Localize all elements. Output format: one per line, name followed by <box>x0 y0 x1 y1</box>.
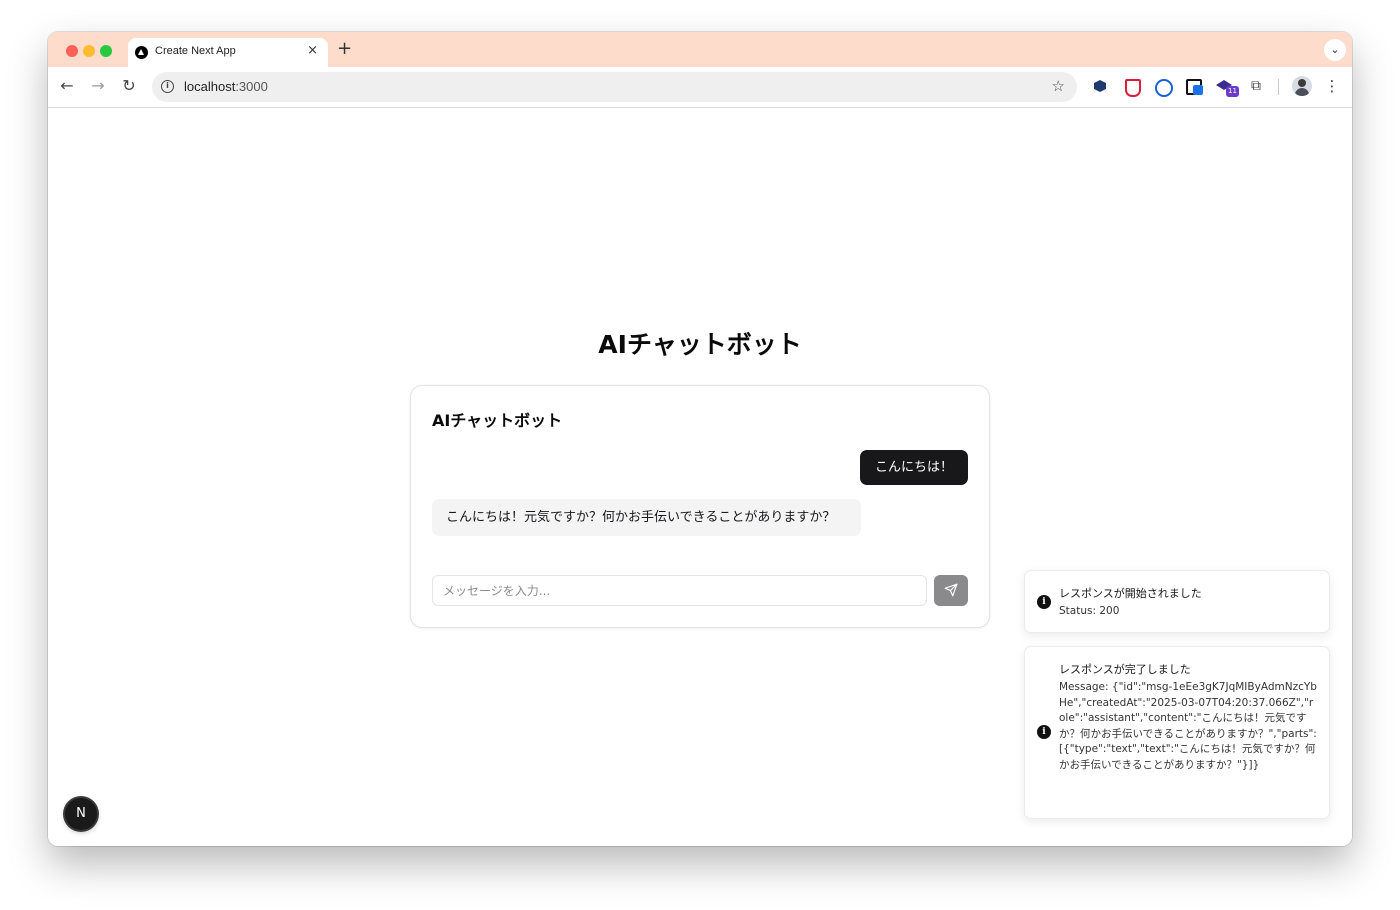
tab-search-button[interactable]: ⌄ <box>1324 39 1346 61</box>
back-button[interactable]: ← <box>56 75 78 97</box>
page-viewport: AIチャットボット AIチャットボット こんにちは！ こんにちは！元気ですか？何… <box>48 108 1352 846</box>
toast-description: Message: {"id":"msg-1eEe3gK7JqMIByAdmNzc… <box>1059 681 1317 771</box>
forward-button[interactable]: → <box>87 75 109 97</box>
site-info-icon[interactable]: i <box>161 80 174 93</box>
window-minimize-button[interactable] <box>83 45 95 57</box>
extensions-puzzle-icon[interactable]: ⧉ <box>1247 77 1265 95</box>
info-icon: i <box>1037 595 1051 609</box>
info-icon: i <box>1037 725 1051 739</box>
new-tab-button[interactable]: + <box>337 38 352 59</box>
tab-strip: Create Next App × + ⌄ <box>48 32 1352 67</box>
browser-menu-icon[interactable]: ⋮ <box>1324 76 1340 96</box>
address-bar[interactable]: i localhost:3000 ☆ <box>152 72 1077 102</box>
page-title: AIチャットボット <box>598 330 802 359</box>
extension-copy-icon[interactable] <box>1185 77 1203 95</box>
bookmark-star-icon[interactable]: ☆ <box>1052 77 1065 95</box>
toast-title: レスポンスが完了しました <box>1059 663 1191 676</box>
message-input[interactable] <box>432 575 927 606</box>
tab-title: Create Next App <box>155 45 236 57</box>
nextjs-favicon-icon <box>135 46 148 59</box>
extension-hexagon-icon[interactable] <box>1091 77 1109 95</box>
tab-close-icon[interactable]: × <box>307 43 318 58</box>
extension-badge: 11 <box>1226 86 1239 97</box>
chat-card: AIチャットボット こんにちは！ こんにちは！元気ですか？何かお手伝いできること… <box>410 385 990 628</box>
url-port: :3000 <box>235 79 268 94</box>
browser-tab[interactable]: Create Next App × <box>128 38 328 67</box>
toast-description: Status: 200 <box>1059 605 1120 617</box>
reload-button[interactable]: ↻ <box>118 75 140 97</box>
profile-avatar[interactable] <box>1292 76 1312 96</box>
nextjs-dev-tools-button[interactable]: N <box>65 798 97 830</box>
toast-response-started: i レスポンスが開始されました Status: 200 <box>1024 570 1330 633</box>
toast-title: レスポンスが開始されました <box>1059 587 1202 600</box>
send-button[interactable] <box>934 575 968 606</box>
send-icon <box>944 583 958 597</box>
window-maximize-button[interactable] <box>100 45 112 57</box>
url-host: localhost <box>184 79 236 94</box>
window-close-button[interactable] <box>66 45 78 57</box>
chat-card-title: AIチャットボット <box>432 411 563 430</box>
browser-window: Create Next App × + ⌄ ← → ↻ i localhost:… <box>48 32 1352 846</box>
browser-toolbar: ← → ↻ i localhost:3000 ☆ 11 ⧉ ⋮ <box>48 67 1352 108</box>
extension-shield-icon[interactable] <box>1122 77 1141 97</box>
extension-password-manager-icon[interactable] <box>1153 77 1173 97</box>
toast-response-completed: i レスポンスが完了しました Message: {"id":"msg-1eEe3… <box>1024 646 1330 819</box>
assistant-message: こんにちは！元気ですか？何かお手伝いできることがありますか？ <box>432 499 861 536</box>
user-message: こんにちは！ <box>859 450 968 485</box>
toolbar-divider <box>1278 79 1279 95</box>
address-url[interactable]: localhost:3000 <box>184 79 268 94</box>
